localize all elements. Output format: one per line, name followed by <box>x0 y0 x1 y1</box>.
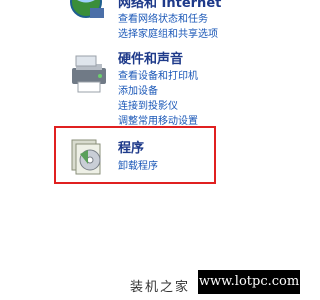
connect-projector-link[interactable]: 连接到投影仪 <box>118 97 178 112</box>
programs-icon <box>64 134 108 178</box>
hardware-category-title[interactable]: 硬件和声音 <box>118 48 183 67</box>
watermark-url: www.lotpc.com <box>198 270 300 294</box>
uninstall-program-link[interactable]: 卸载程序 <box>118 157 158 172</box>
add-device-link[interactable]: 添加设备 <box>118 82 158 97</box>
view-devices-printers-link[interactable]: 查看设备和打印机 <box>118 67 198 82</box>
printer-icon <box>66 52 110 96</box>
watermark-site-name: 装机之家 <box>130 280 191 295</box>
mobility-settings-link[interactable]: 调整常用移动设置 <box>118 112 198 127</box>
view-network-status-link[interactable]: 查看网络状态和任务 <box>118 10 208 25</box>
programs-category-title[interactable]: 程序 <box>118 137 144 156</box>
homegroup-sharing-link[interactable]: 选择家庭组和共享选项 <box>118 25 218 40</box>
network-icon <box>64 0 108 30</box>
